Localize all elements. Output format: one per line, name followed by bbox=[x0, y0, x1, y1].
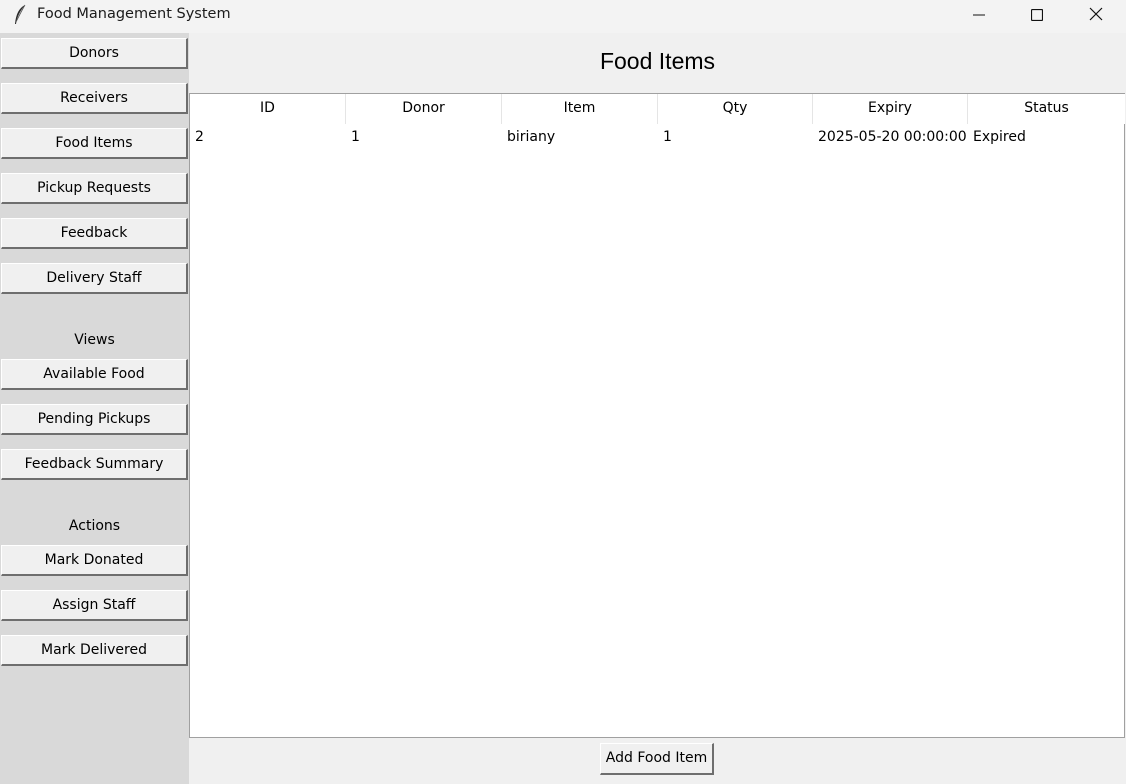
feather-icon bbox=[12, 4, 28, 26]
column-header-status[interactable]: Status bbox=[968, 94, 1125, 124]
close-icon bbox=[1089, 6, 1103, 25]
page-title: Food Items bbox=[599, 48, 716, 74]
table-header: ID Donor Item Qty Expiry Status bbox=[190, 94, 1125, 124]
mark-donated-button[interactable]: Mark Donated bbox=[1, 545, 188, 576]
cell-donor: 1 bbox=[351, 129, 360, 145]
assign-staff-button[interactable]: Assign Staff bbox=[1, 590, 188, 621]
window-title: Food Management System bbox=[37, 6, 231, 22]
cell-item: biriany bbox=[507, 129, 556, 145]
sidebar-item-receivers[interactable]: Receivers bbox=[1, 83, 188, 114]
mark-delivered-button[interactable]: Mark Delivered bbox=[1, 635, 188, 666]
minimize-button[interactable] bbox=[950, 0, 1008, 30]
sidebar-item-pending-pickups[interactable]: Pending Pickups bbox=[1, 404, 188, 435]
add-food-item-button[interactable]: Add Food Item bbox=[600, 743, 714, 775]
cell-expiry: 2025-05-20 00:00:00 bbox=[818, 129, 967, 145]
minimize-icon bbox=[973, 6, 985, 25]
main-panel: Food Items ID Donor Item Qty Expiry Stat… bbox=[189, 33, 1126, 784]
column-header-qty[interactable]: Qty bbox=[658, 94, 813, 124]
cell-qty: 1 bbox=[663, 129, 672, 145]
cell-id: 2 bbox=[195, 129, 204, 145]
sidebar-item-donors[interactable]: Donors bbox=[1, 38, 188, 69]
sidebar-item-food-items[interactable]: Food Items bbox=[1, 128, 188, 159]
column-header-donor[interactable]: Donor bbox=[346, 94, 502, 124]
cell-status: Expired bbox=[973, 129, 1026, 145]
close-button[interactable] bbox=[1067, 0, 1125, 30]
sidebar-item-pickup-requests[interactable]: Pickup Requests bbox=[1, 173, 188, 204]
title-bar: Food Management System bbox=[0, 0, 1126, 33]
column-header-expiry[interactable]: Expiry bbox=[813, 94, 968, 124]
table-row[interactable]: 2 1 biriany 1 2025-05-20 00:00:00 Expire… bbox=[190, 126, 1125, 148]
app-window: Food Management System Donors Receivers … bbox=[0, 0, 1126, 784]
column-header-item[interactable]: Item bbox=[502, 94, 658, 124]
sidebar-item-feedback[interactable]: Feedback bbox=[1, 218, 188, 249]
actions-section-label: Actions bbox=[68, 518, 121, 534]
views-section-label: Views bbox=[74, 332, 115, 348]
maximize-icon bbox=[1030, 6, 1044, 25]
column-header-id[interactable]: ID bbox=[190, 94, 346, 124]
sidebar: Donors Receivers Food Items Pickup Reque… bbox=[0, 33, 189, 784]
sidebar-item-feedback-summary[interactable]: Feedback Summary bbox=[1, 449, 188, 480]
food-items-table[interactable]: ID Donor Item Qty Expiry Status 2 1 biri… bbox=[189, 93, 1125, 738]
sidebar-item-available-food[interactable]: Available Food bbox=[1, 359, 188, 390]
maximize-button[interactable] bbox=[1008, 0, 1066, 30]
sidebar-item-delivery-staff[interactable]: Delivery Staff bbox=[1, 263, 188, 294]
